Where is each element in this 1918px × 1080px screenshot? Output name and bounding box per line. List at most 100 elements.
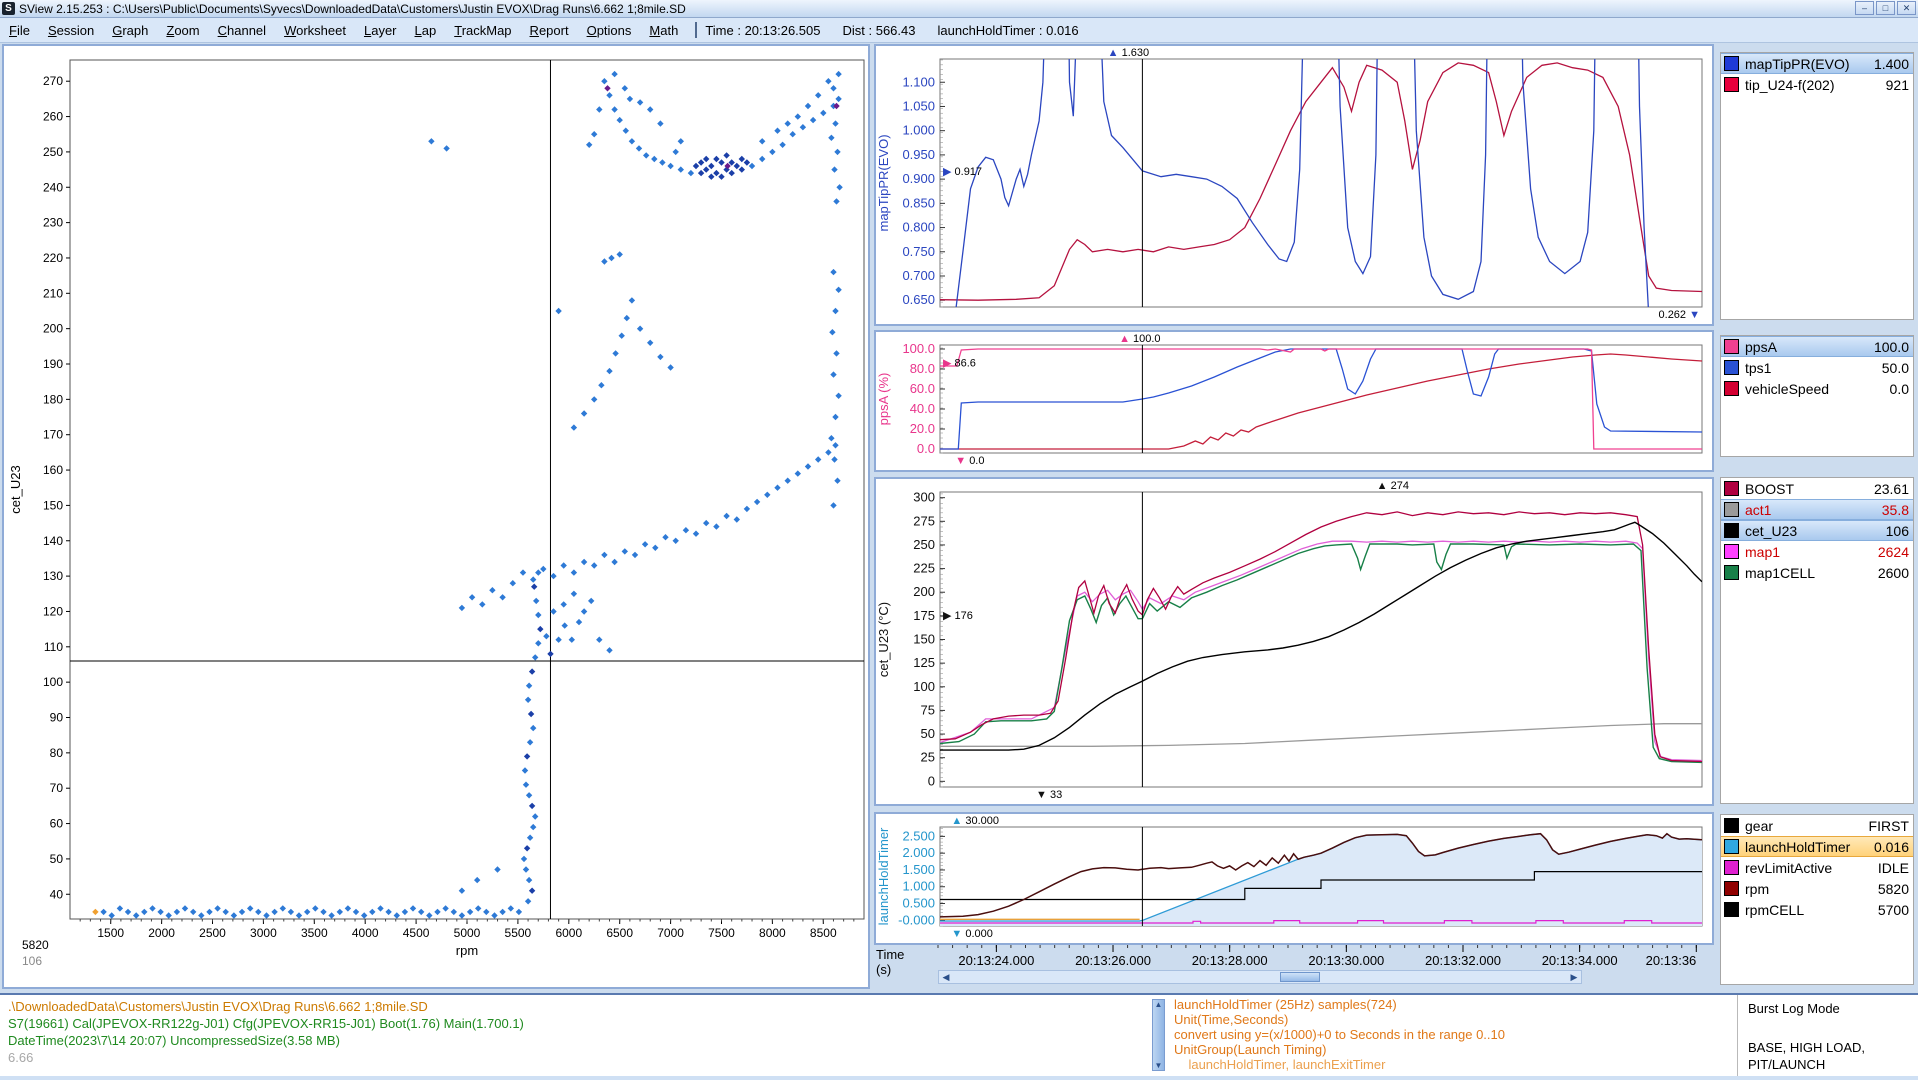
menu-zoom[interactable]: Zoom xyxy=(157,20,208,41)
plot-cet-u23[interactable]: 0255075100125150175200225250275300cet_U2… xyxy=(876,479,1708,800)
chart-maptippr[interactable]: 0.6500.7000.7500.8000.8500.9000.9501.000… xyxy=(874,44,1714,326)
legend-row-cet-u23[interactable]: cet_U23106 xyxy=(1721,520,1913,541)
axis-title-cet-u23: cet_U23 (°C) xyxy=(876,602,891,677)
svg-text:1.050: 1.050 xyxy=(902,98,935,113)
plot-launchholdtimer[interactable]: 2.5002.0001.5001.0000.500-0.000launchHol… xyxy=(876,814,1708,939)
svg-text:6000: 6000 xyxy=(555,926,582,940)
titlebar[interactable]: S SView 2.15.253 : C:\Users\Public\Docum… xyxy=(0,0,1918,18)
scroll-left-icon[interactable]: ◀ xyxy=(939,971,953,983)
svg-text:7000: 7000 xyxy=(657,926,684,940)
time-tick-label: 20:13:32.000 xyxy=(1425,953,1501,968)
channel-swatch-icon xyxy=(1724,544,1739,559)
svg-text:60.0: 60.0 xyxy=(910,381,935,396)
legend-cet: BOOST23.61act135.8cet_U23106map12624map1… xyxy=(1720,477,1914,804)
legend-row-tps1[interactable]: tps150.0 xyxy=(1721,357,1913,378)
svg-text:2.500: 2.500 xyxy=(902,828,935,843)
legend-row-act1[interactable]: act135.8 xyxy=(1721,499,1913,520)
svg-text:0.500: 0.500 xyxy=(902,896,935,911)
legend-maptippr: mapTipPR(EVO)1.400tip_U24-f(202)921 xyxy=(1720,52,1914,320)
min-marker: ▼ 0.000 xyxy=(951,928,992,939)
legend-row-gear[interactable]: gearFIRST xyxy=(1721,815,1913,836)
svg-text:90: 90 xyxy=(50,711,64,725)
svg-text:0.750: 0.750 xyxy=(902,244,935,259)
scatter-plot-cet-vs-rpm[interactable]: 4050607080901001101201301401501601701801… xyxy=(4,46,868,987)
close-button[interactable]: ✕ xyxy=(1897,1,1916,15)
channel-swatch-icon xyxy=(1724,839,1739,854)
chart-launchholdtimer[interactable]: 2.5002.0001.5001.0000.500-0.000launchHol… xyxy=(874,812,1714,945)
svg-text:200: 200 xyxy=(913,584,935,599)
svg-text:130: 130 xyxy=(43,569,63,583)
cursor-value-marker: ▶ 0.917 xyxy=(943,166,982,178)
maximize-button[interactable]: □ xyxy=(1876,1,1895,15)
legend-row-vehiclespeed[interactable]: vehicleSpeed0.0 xyxy=(1721,378,1913,399)
max-marker: ▲ 100.0 xyxy=(1119,333,1160,345)
chart-ppsa[interactable]: 0.020.040.060.080.0100.0ppsA (%)▲ 100.0▶… xyxy=(874,330,1714,472)
svg-text:250: 250 xyxy=(913,537,935,552)
channel-value: FIRST xyxy=(1869,818,1909,834)
scatter-plot-panel[interactable]: 4050607080901001101201301401501601701801… xyxy=(2,44,870,989)
legend-row-rpmcell[interactable]: rpmCELL5700 xyxy=(1721,899,1913,920)
status-launchholdtimer: launchHoldTimer : 0.016 xyxy=(937,23,1078,38)
channel-name: launchHoldTimer xyxy=(1745,839,1874,855)
menu-worksheet[interactable]: Worksheet xyxy=(275,20,355,41)
svg-text:275: 275 xyxy=(913,513,935,528)
menu-items: FileSessionGraphZoomChannelWorksheetLaye… xyxy=(0,20,687,41)
svg-text:180: 180 xyxy=(43,392,63,406)
channel-info: launchHoldTimer (25Hz) samples(724)Unit(… xyxy=(1174,997,1505,1072)
svg-text:2.000: 2.000 xyxy=(902,845,935,860)
channel-name: map1CELL xyxy=(1745,565,1878,581)
channel-swatch-icon xyxy=(1724,565,1739,580)
svg-text:190: 190 xyxy=(43,357,63,371)
channel-name: rpm xyxy=(1745,881,1878,897)
legend-row-ppsa[interactable]: ppsA100.0 xyxy=(1721,336,1913,357)
minimize-button[interactable]: – xyxy=(1855,1,1874,15)
time-scrollbar-thumb[interactable] xyxy=(1280,972,1320,982)
svg-text:0.950: 0.950 xyxy=(902,147,935,162)
svg-text:120: 120 xyxy=(43,604,63,618)
plot-ppsa[interactable]: 0.020.040.060.080.0100.0ppsA (%)▲ 100.0▶… xyxy=(876,332,1708,466)
menu-layer[interactable]: Layer xyxy=(355,20,406,41)
menu-math[interactable]: Math xyxy=(640,20,687,41)
menu-channel[interactable]: Channel xyxy=(209,20,275,41)
legend-row-maptippr-evo[interactable]: mapTipPR(EVO)1.400 xyxy=(1721,53,1913,74)
scroll-down-icon[interactable]: ▼ xyxy=(1155,1061,1163,1070)
channel-swatch-icon xyxy=(1724,481,1739,496)
channel-value: 50.0 xyxy=(1882,360,1909,376)
plot-maptippr[interactable]: 0.6500.7000.7500.8000.8500.9000.9501.000… xyxy=(876,46,1708,320)
time-scrollbar[interactable]: ◀ ▶ xyxy=(938,970,1582,984)
svg-text:0.850: 0.850 xyxy=(902,195,935,210)
svg-text:100.0: 100.0 xyxy=(902,341,935,356)
menu-session[interactable]: Session xyxy=(39,20,103,41)
channel-info-scrollbar[interactable]: ▲ ▼ xyxy=(1152,999,1165,1071)
menu-file[interactable]: File xyxy=(0,20,39,41)
svg-text:225: 225 xyxy=(913,561,935,576)
legend-row-map1[interactable]: map12624 xyxy=(1721,541,1913,562)
legend-row-map1cell[interactable]: map1CELL2600 xyxy=(1721,562,1913,583)
menu-report[interactable]: Report xyxy=(521,20,578,41)
svg-text:220: 220 xyxy=(43,251,63,265)
chart-cet-u23[interactable]: 0255075100125150175200225250275300cet_U2… xyxy=(874,477,1714,806)
channel-name: tip_U24-f(202) xyxy=(1745,77,1886,93)
legend-row-rpm[interactable]: rpm5820 xyxy=(1721,878,1913,899)
channel-name: BOOST xyxy=(1745,481,1874,497)
scroll-up-icon[interactable]: ▲ xyxy=(1155,1000,1163,1009)
menu-trackmap[interactable]: TrackMap xyxy=(445,20,520,41)
channel-name: rpmCELL xyxy=(1745,902,1878,918)
legend-row-launchholdtimer[interactable]: launchHoldTimer0.016 xyxy=(1721,836,1913,857)
legend-row-revlimitactive[interactable]: revLimitActiveIDLE xyxy=(1721,857,1913,878)
menu-lap[interactable]: Lap xyxy=(406,20,446,41)
channel-name: revLimitActive xyxy=(1745,860,1878,876)
svg-text:40.0: 40.0 xyxy=(910,401,935,416)
channel-swatch-icon xyxy=(1724,56,1739,71)
legend-row-tip-u24-f-202[interactable]: tip_U24-f(202)921 xyxy=(1721,74,1913,95)
min-marker: 0.262 ▼ xyxy=(1659,309,1700,320)
menu-options[interactable]: Options xyxy=(578,20,641,41)
svg-text:8500: 8500 xyxy=(810,926,837,940)
svg-text:-0.000: -0.000 xyxy=(898,912,935,927)
min-marker: ▼ 33 xyxy=(1036,789,1062,800)
channel-name: ppsA xyxy=(1745,339,1874,355)
menu-graph[interactable]: Graph xyxy=(103,20,157,41)
svg-text:0.650: 0.650 xyxy=(902,292,935,307)
scroll-right-icon[interactable]: ▶ xyxy=(1567,971,1581,983)
legend-row-boost[interactable]: BOOST23.61 xyxy=(1721,478,1913,499)
